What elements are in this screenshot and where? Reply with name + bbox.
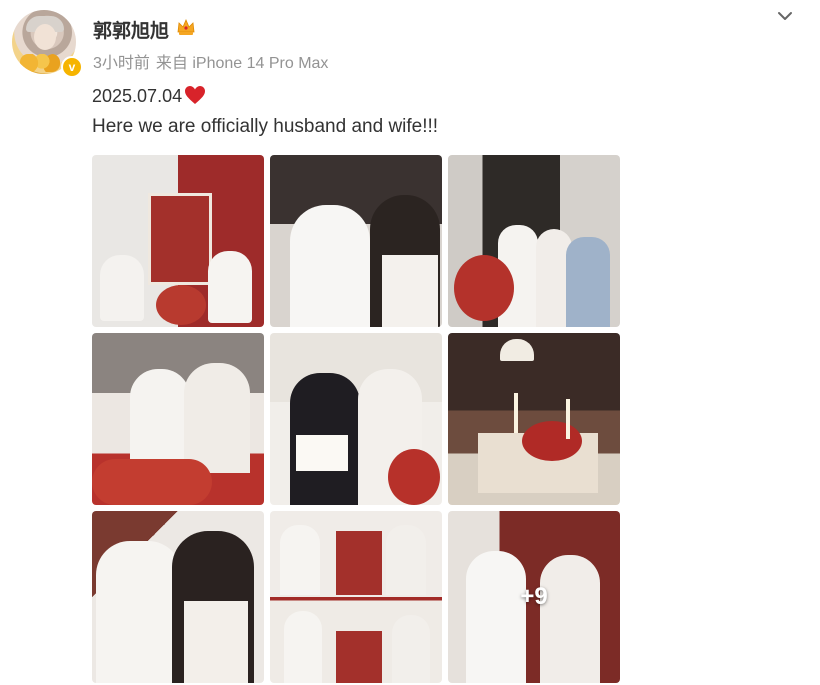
certificate <box>296 435 348 471</box>
avatar-face <box>34 24 56 50</box>
avatar-flowers <box>20 54 60 72</box>
candle <box>566 399 570 439</box>
welcome-sign <box>336 531 382 595</box>
photo-6[interactable] <box>448 333 620 505</box>
welcome-sign <box>148 193 212 285</box>
candle <box>514 393 518 433</box>
groom-figure <box>130 369 190 469</box>
flowers <box>92 459 212 505</box>
post-date: 2025.07.04 <box>92 86 183 106</box>
groom-figure <box>284 611 322 683</box>
photo-4[interactable] <box>92 333 264 505</box>
groom-figure <box>100 255 144 321</box>
bride-figure <box>392 615 430 683</box>
bride-figure <box>184 363 250 473</box>
more-photos-count[interactable]: +9 <box>448 511 620 683</box>
groom-figure <box>290 205 370 327</box>
photo-8[interactable] <box>270 511 442 683</box>
crown-icon <box>177 18 195 35</box>
chevron-down-icon[interactable] <box>775 6 795 26</box>
lamp <box>500 339 534 361</box>
flowers <box>156 285 206 325</box>
flowers <box>454 255 514 321</box>
username[interactable]: 郭郭旭旭 <box>93 16 169 43</box>
photo-grid: +9 <box>92 155 620 683</box>
centerpiece <box>522 421 582 461</box>
photo-2[interactable] <box>270 155 442 327</box>
bride-dress <box>184 601 248 683</box>
post-source: 来自 iPhone 14 Pro Max <box>155 55 329 72</box>
heart-icon <box>185 86 206 104</box>
post-date-line: 2025.07.04 <box>92 85 206 107</box>
bride-figure <box>386 525 426 595</box>
flowers <box>388 449 440 505</box>
friend-figure <box>566 237 610 327</box>
photo-1[interactable] <box>92 155 264 327</box>
photo-7[interactable] <box>92 511 264 683</box>
bride-dress <box>382 255 438 327</box>
groom-figure <box>96 541 182 683</box>
verified-badge-icon: v <box>61 56 83 78</box>
groom-figure <box>280 525 320 595</box>
bride-figure <box>208 251 252 323</box>
post-caption: Here we are officially husband and wife!… <box>92 116 439 137</box>
photo-5[interactable] <box>270 333 442 505</box>
post-meta: 3小时前 来自 iPhone 14 Pro Max <box>93 49 334 73</box>
welcome-sign <box>336 631 382 683</box>
photo-3[interactable] <box>448 155 620 327</box>
photo-9[interactable]: +9 <box>448 511 620 683</box>
post-time: 3小时前 <box>93 55 150 72</box>
